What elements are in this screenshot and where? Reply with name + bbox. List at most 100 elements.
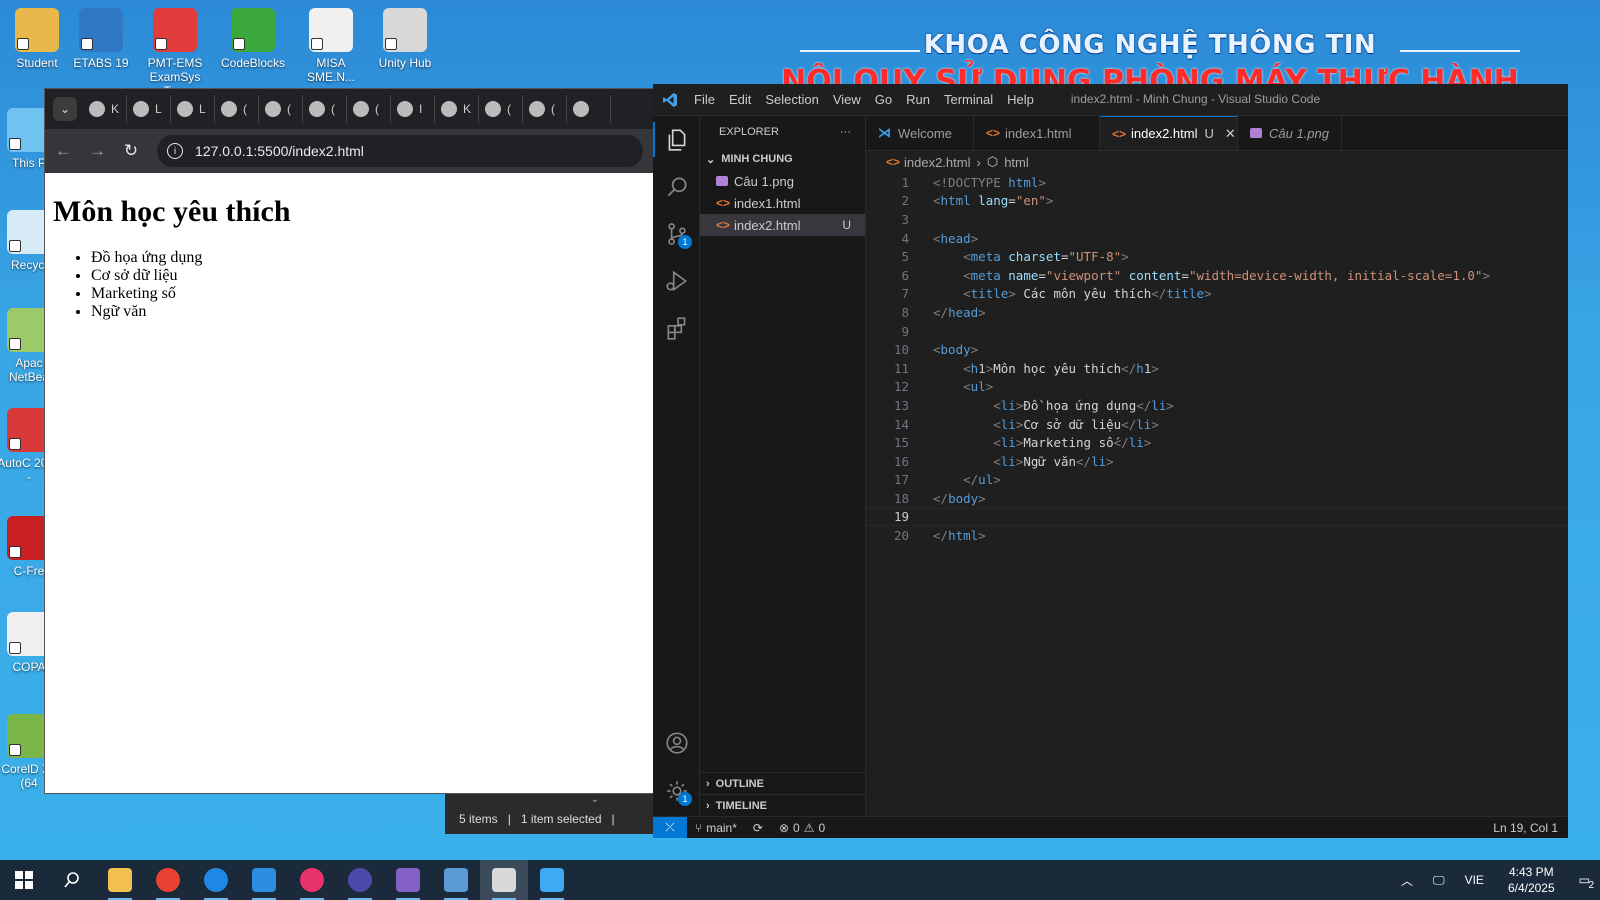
file-tree-item[interactable]: <> index1.html — [700, 192, 865, 214]
code-line[interactable]: 2 <html lang="en"> — [866, 192, 1568, 211]
start-button[interactable] — [0, 860, 48, 900]
back-icon[interactable]: ← — [55, 141, 72, 161]
code-line[interactable]: 5 <meta charset="UTF-8"> — [866, 247, 1568, 266]
taskbar-app-eclipse[interactable] — [336, 860, 384, 900]
problems-status[interactable]: ⊗ 0 ⚠ 0 — [771, 821, 833, 835]
browser-tab[interactable]: L — [127, 95, 171, 123]
site-info-icon[interactable]: i — [167, 143, 183, 159]
browser-tab[interactable]: ( — [215, 95, 259, 123]
file-tree-item[interactable]: Câu 1.png — [700, 170, 865, 192]
code-line[interactable]: 3 — [866, 210, 1568, 229]
code-line[interactable]: 20 </html> — [866, 526, 1568, 545]
cursor-position[interactable]: Ln 19, Col 1 — [1485, 821, 1568, 835]
taskbar-app-file-explorer[interactable] — [96, 860, 144, 900]
network-icon[interactable]: 🖵 — [1423, 873, 1455, 888]
taskbar-app-app-git[interactable] — [528, 860, 576, 900]
menu-item-go[interactable]: Go — [868, 92, 899, 107]
menu-item-help[interactable]: Help — [1000, 92, 1041, 107]
language-indicator[interactable]: VIE — [1455, 873, 1494, 887]
code-line[interactable]: 19 — [866, 507, 1568, 527]
taskbar-app-chrome[interactable] — [144, 860, 192, 900]
search-button[interactable] — [48, 860, 96, 900]
code-line[interactable]: 9 — [866, 322, 1568, 341]
timeline-section[interactable]: › TIMELINE — [700, 794, 865, 816]
folder-root[interactable]: ⌄ MINH CHUNG — [700, 148, 865, 170]
code-editor[interactable]: 1 <!DOCTYPE html> 2 <html lang="en"> 3 4 <head… — [866, 173, 1568, 545]
desktop-icon[interactable]: ETABS 19 — [66, 8, 136, 70]
desktop-icon[interactable]: Student — [2, 8, 72, 70]
manage-activity[interactable]: 1 — [653, 767, 700, 814]
clock[interactable]: 4:43 PM 6/4/2025 — [1494, 864, 1569, 896]
branch-status[interactable]: ⑂ main* — [687, 821, 745, 835]
editor-tab[interactable]: <> index1.html — [974, 116, 1100, 150]
code-line[interactable]: 13 <li>Đồ họa ứng dụng</li> — [866, 396, 1568, 415]
menu-item-terminal[interactable]: Terminal — [937, 92, 1000, 107]
outline-section[interactable]: › OUTLINE — [700, 772, 865, 794]
desktop-icon[interactable]: CodeBlocks — [218, 8, 288, 70]
code-line[interactable]: 18 </body> — [866, 489, 1568, 508]
breadcrumb-symbol[interactable]: html — [1004, 155, 1029, 170]
taskbar-app-vscode[interactable] — [240, 860, 288, 900]
menu-item-view[interactable]: View — [826, 92, 868, 107]
editor-tab[interactable]: ⋊ Welcome — [866, 116, 974, 150]
file-tree-item[interactable]: <> index2.html U — [700, 214, 865, 236]
browser-tab[interactable]: ( — [479, 95, 523, 123]
taskbar-app-app-oo[interactable] — [288, 860, 336, 900]
desktop-icon[interactable]: PMT-EMS ExamSys Te... — [140, 8, 210, 98]
chevron-up-icon[interactable]: ︿ — [1391, 872, 1423, 889]
browser-tab[interactable]: ( — [523, 95, 567, 123]
browser-tab[interactable]: ( — [347, 95, 391, 123]
accounts-activity[interactable] — [653, 719, 700, 766]
code-line[interactable]: 11 <h1>Môn học yêu thích</h1> — [866, 359, 1568, 378]
run-debug-activity[interactable] — [653, 257, 700, 304]
more-actions-icon[interactable]: ··· — [840, 126, 851, 138]
code-line[interactable]: 16 <li>Ngữ văn</li> — [866, 452, 1568, 471]
remote-indicator-icon[interactable]: ⤫ — [653, 816, 687, 838]
taskbar-app-app-cloud[interactable] — [480, 860, 528, 900]
code-line[interactable]: 15 <li>Marketing số</li> — [866, 433, 1568, 452]
menu-item-edit[interactable]: Edit — [722, 92, 758, 107]
desktop-icon[interactable]: MISA SME.N... — [296, 8, 366, 84]
address-bar[interactable]: i 127.0.0.1:5500/index2.html — [157, 135, 643, 167]
close-icon[interactable]: ✕ — [1225, 126, 1236, 142]
timeline-label: TIMELINE — [715, 799, 768, 812]
sync-icon[interactable]: ⟳ — [745, 821, 771, 835]
search-activity[interactable] — [653, 163, 700, 210]
code-line[interactable]: 1 <!DOCTYPE html> — [866, 173, 1568, 192]
browser-tab[interactable]: I — [391, 95, 435, 123]
line-number: 10 — [893, 342, 909, 358]
code-line[interactable]: 10 <body> — [866, 340, 1568, 359]
desktop-icon[interactable]: Unity Hub — [370, 8, 440, 70]
code-line[interactable]: 14 <li>Cơ sở dữ liệu</li> — [866, 415, 1568, 434]
browser-tab[interactable]: ( — [259, 95, 303, 123]
taskbar-app-app-w[interactable] — [192, 860, 240, 900]
reload-icon[interactable]: ↻ — [123, 141, 139, 161]
taskbar-app-visual-studio[interactable] — [384, 860, 432, 900]
code-line[interactable]: 6 <meta name="viewport" content="width=d… — [866, 266, 1568, 285]
forward-icon[interactable]: → — [89, 141, 106, 161]
explorer-activity[interactable] — [653, 116, 700, 163]
tab-search-button[interactable]: ⌄ — [53, 97, 77, 121]
browser-tab[interactable]: L — [171, 95, 215, 123]
browser-tab[interactable] — [567, 95, 611, 123]
taskbar-app-notepad[interactable] — [432, 860, 480, 900]
code-line[interactable]: 8 </head> — [866, 303, 1568, 322]
code-line[interactable]: 4 <head> — [866, 229, 1568, 248]
menu-item-file[interactable]: File — [687, 92, 722, 107]
editor-tab[interactable]: Câu 1.png — [1238, 116, 1342, 150]
browser-tab[interactable]: K — [83, 95, 127, 123]
menu-item-run[interactable]: Run — [899, 92, 937, 107]
source-control-activity[interactable]: 1 — [653, 210, 700, 257]
code-line[interactable]: 17 </ul> — [866, 471, 1568, 490]
notification-center-icon[interactable]: ▭ 2 — [1569, 873, 1600, 891]
menu-item-selection[interactable]: Selection — [758, 92, 825, 107]
extensions-activity[interactable] — [653, 304, 700, 351]
browser-tab[interactable]: K — [435, 95, 479, 123]
code-line[interactable]: 12 <ul> — [866, 378, 1568, 397]
browser-tab[interactable]: ( — [303, 95, 347, 123]
url-text[interactable]: 127.0.0.1:5500/index2.html — [195, 143, 364, 159]
breadcrumb-file[interactable]: index2.html — [904, 155, 970, 170]
code-line[interactable]: 7 <title> Các môn yêu thích</title> — [866, 285, 1568, 304]
editor-tab[interactable]: <> index2.html U ✕ — [1100, 116, 1238, 150]
chevron-down-icon[interactable]: ⌄ — [591, 794, 599, 805]
